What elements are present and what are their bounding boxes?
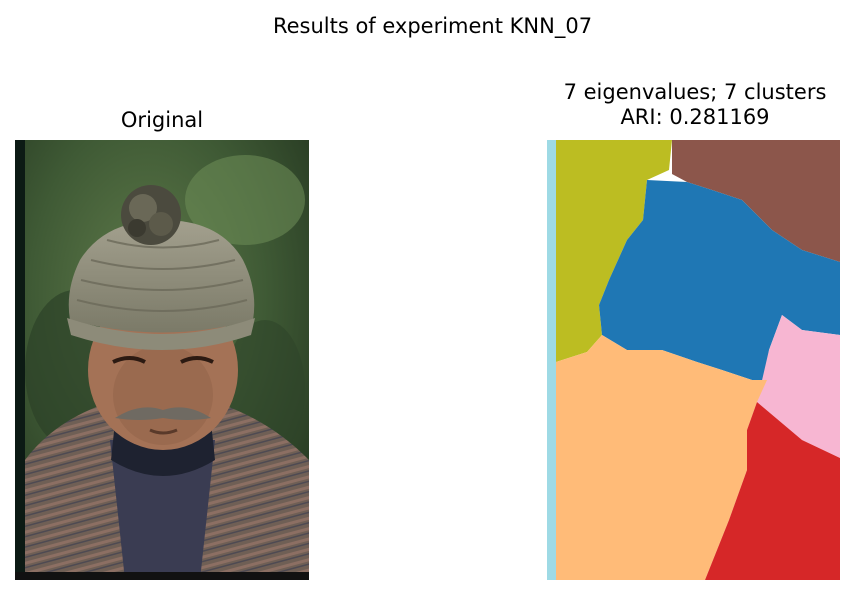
segmentation-title-line2: ARI: 0.281169 <box>620 105 770 129</box>
segmentation-title: 7 eigenvalues; 7 clusters ARI: 0.281169 <box>530 80 860 130</box>
figure-suptitle: Results of experiment KNN_07 <box>272 14 593 38</box>
original-photo <box>15 140 309 580</box>
cluster-region-1 <box>547 140 556 580</box>
segmentation-heatmap <box>547 140 840 580</box>
segmentation-map <box>547 140 840 580</box>
segmentation-title-line1: 7 eigenvalues; 7 clusters <box>563 80 827 104</box>
original-photo-image <box>15 140 309 580</box>
original-image-title: Original <box>120 108 204 132</box>
